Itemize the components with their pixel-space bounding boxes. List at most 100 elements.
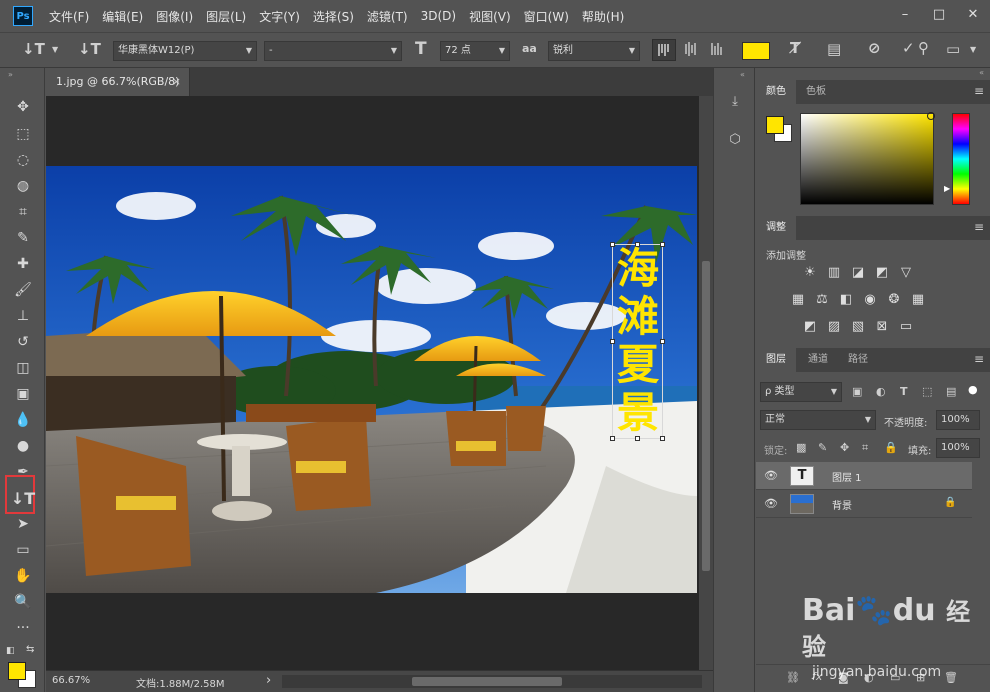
panel-menu-icon[interactable]: ≡	[974, 220, 984, 234]
brush-tool-icon[interactable]: 🖌	[10, 278, 36, 302]
tab-color[interactable]: 颜色	[756, 80, 796, 104]
align-bottom-button[interactable]	[706, 39, 730, 61]
hue-saturation-icon[interactable]: ▦	[790, 291, 806, 307]
menu-view[interactable]: 视图(V)	[469, 8, 511, 25]
menu-layer[interactable]: 图层(L)	[206, 8, 246, 25]
marquee-tool-icon[interactable]: ⬚	[10, 122, 36, 146]
layer-name[interactable]: 背景	[832, 497, 852, 512]
invert-icon[interactable]: ◩	[802, 318, 818, 334]
vertical-text-layer[interactable]: 海 滩 夏 景	[615, 245, 661, 437]
history-panel-icon[interactable]: ⤓	[726, 92, 744, 110]
hue-slider[interactable]	[952, 113, 970, 205]
move-tool-icon[interactable]: ✥	[10, 95, 36, 119]
fill-input[interactable]: 100%	[936, 438, 980, 458]
panel-menu-icon[interactable]: ≡	[974, 352, 984, 366]
font-family-select[interactable]: 华康黑体W12(P) ▼	[113, 41, 257, 61]
vibrance-icon[interactable]: ▽	[898, 264, 914, 280]
panel-menu-icon[interactable]: ≡	[974, 84, 984, 98]
collapse-icon[interactable]: »	[8, 70, 13, 79]
zoom-tool-icon[interactable]: 🔍	[10, 590, 36, 614]
chevron-down-icon[interactable]: ▼	[52, 45, 58, 54]
minimize-button[interactable]: –	[888, 0, 922, 28]
search-icon[interactable]: ⚲	[918, 39, 929, 57]
healing-brush-tool-icon[interactable]: ✚	[10, 252, 36, 276]
close-button[interactable]: ✕	[956, 0, 990, 28]
collapse-icon[interactable]: «	[979, 68, 984, 77]
swap-colors-icon[interactable]: ⇆	[26, 644, 34, 655]
collapse-icon[interactable]: «	[740, 70, 745, 79]
menu-edit[interactable]: 编辑(E)	[102, 8, 143, 25]
history-brush-tool-icon[interactable]: ↺	[10, 330, 36, 354]
eyedropper-tool-icon[interactable]: ✎	[10, 226, 36, 250]
commit-icon[interactable]: ✓	[902, 39, 915, 57]
levels-icon[interactable]: ▥	[826, 264, 842, 280]
zoom-level[interactable]: 66.67%	[52, 675, 90, 686]
3d-panel-icon[interactable]: ⬡	[726, 130, 744, 148]
crop-tool-icon[interactable]: ⌗	[10, 200, 36, 224]
gradient-tool-icon[interactable]: ▣	[10, 382, 36, 406]
menu-image[interactable]: 图像(I)	[156, 8, 193, 25]
tab-adjustments[interactable]: 调整	[756, 216, 796, 240]
beach-photo[interactable]: 海 滩 夏 景	[46, 166, 697, 593]
exposure-icon[interactable]: ◩	[874, 264, 890, 280]
align-center-button[interactable]	[680, 39, 704, 61]
dodge-tool-icon[interactable]: ●	[10, 434, 36, 458]
vertical-type-tool-icon[interactable]: ↓T	[10, 486, 36, 510]
scrollbar-thumb[interactable]	[412, 677, 562, 686]
font-size-select[interactable]: 72 点 ▼	[440, 41, 510, 61]
lock-transparent-icon[interactable]: ▩	[796, 441, 806, 454]
workspace-icon[interactable]: ▭	[946, 40, 960, 58]
threshold-icon[interactable]: ▧	[850, 318, 866, 334]
lock-artboard-icon[interactable]: ⌗	[862, 441, 868, 455]
filter-pixel-icon[interactable]: ▣	[852, 385, 862, 398]
gradient-map-icon[interactable]: ▭	[898, 318, 914, 334]
restore-button[interactable]: □	[922, 0, 956, 28]
filter-smart-icon[interactable]: ▤	[946, 385, 956, 398]
font-style-select[interactable]: - ▼	[264, 41, 402, 61]
chevron-down-icon[interactable]: ▼	[970, 45, 976, 54]
filter-type-icon[interactable]: T	[900, 385, 908, 398]
menu-file[interactable]: 文件(F)	[49, 8, 89, 25]
hand-tool-icon[interactable]: ✋	[10, 564, 36, 588]
clone-stamp-tool-icon[interactable]: ⊥	[10, 304, 36, 328]
menu-select[interactable]: 选择(S)	[313, 8, 354, 25]
warp-text-icon[interactable]: Ⱦ	[790, 39, 800, 57]
menu-filter[interactable]: 滤镜(T)	[367, 8, 408, 25]
channel-mixer-icon[interactable]: ❂	[886, 291, 902, 307]
visibility-eye-icon[interactable]: 👁	[764, 469, 778, 482]
menu-3d[interactable]: 3D(D)	[421, 9, 456, 23]
selective-color-icon[interactable]: ⊠	[874, 318, 890, 334]
lock-position-icon[interactable]: ✥	[840, 441, 849, 454]
tab-paths[interactable]: 路径	[838, 348, 878, 372]
link-layers-icon[interactable]: ⛓	[786, 671, 800, 684]
cancel-icon[interactable]: ⊘	[868, 39, 881, 57]
opacity-input[interactable]: 100%	[936, 410, 980, 430]
color-picker-marker[interactable]	[927, 112, 935, 120]
layer-row-type[interactable]: 👁 T 图层 1	[756, 462, 972, 490]
path-select-tool-icon[interactable]: ➤	[10, 512, 36, 536]
hue-slider-marker[interactable]: ▶	[944, 184, 950, 193]
photo-filter-icon[interactable]: ◉	[862, 291, 878, 307]
blend-mode-select[interactable]: 正常 ▼	[760, 410, 876, 430]
curves-icon[interactable]: ◪	[850, 264, 866, 280]
quick-select-tool-icon[interactable]: ◍	[10, 174, 36, 198]
vertical-scrollbar[interactable]	[699, 96, 713, 670]
lock-all-icon[interactable]: 🔒	[884, 441, 898, 454]
tool-preset-icon[interactable]: ↓T	[22, 40, 45, 58]
character-panel-icon[interactable]: ▤	[827, 40, 841, 58]
menu-window[interactable]: 窗口(W)	[524, 8, 569, 25]
foreground-color-swatch[interactable]	[8, 662, 26, 680]
filter-adjustment-icon[interactable]: ◐	[876, 385, 886, 398]
tab-channels[interactable]: 通道	[798, 348, 838, 372]
anti-alias-select[interactable]: 锐利 ▼	[548, 41, 640, 61]
eraser-tool-icon[interactable]: ◫	[10, 356, 36, 380]
document-tab[interactable]: 1.jpg @ 66.7%(RGB/8) ×	[46, 68, 190, 96]
black-white-icon[interactable]: ◧	[838, 291, 854, 307]
close-icon[interactable]: ×	[172, 68, 181, 96]
layer-row-background[interactable]: 👁 背景 🔒	[756, 490, 972, 518]
canvas-area[interactable]: 海 滩 夏 景	[46, 96, 699, 670]
color-lookup-icon[interactable]: ▦	[910, 291, 926, 307]
text-color-swatch[interactable]	[742, 42, 770, 60]
color-balance-icon[interactable]: ⚖	[814, 291, 830, 307]
horizontal-scrollbar[interactable]	[282, 675, 702, 688]
